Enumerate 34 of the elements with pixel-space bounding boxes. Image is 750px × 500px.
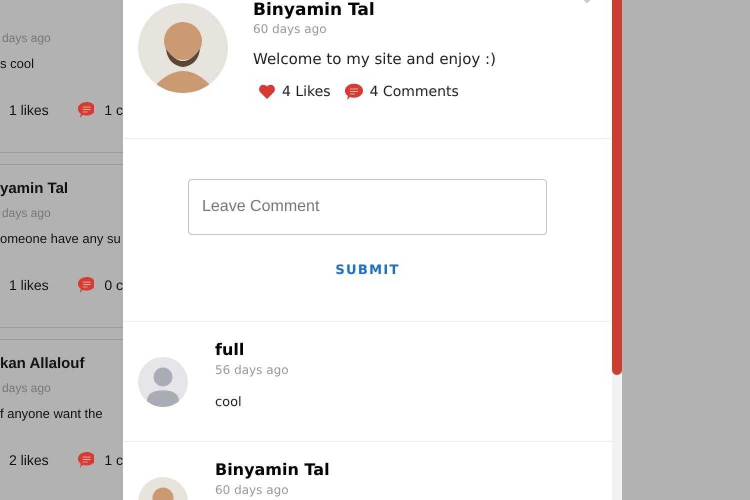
author-name: kan Allalouf bbox=[0, 354, 86, 374]
comment-time: 56 days ago bbox=[215, 362, 289, 378]
likes-count: 2 likes bbox=[9, 452, 50, 468]
author-name: Binyamin Tal bbox=[215, 460, 330, 480]
avatar bbox=[138, 357, 188, 407]
likes-count[interactable]: 4 Likes bbox=[282, 84, 331, 100]
comments-count: 0 c bbox=[104, 277, 123, 293]
post-text: Welcome to my site and enjoy :) bbox=[253, 49, 496, 69]
post-time: days ago bbox=[2, 30, 52, 47]
post-time: 60 days ago bbox=[253, 21, 328, 37]
author-name: Binyamin Tal bbox=[253, 0, 376, 20]
author-name: yamin Tal bbox=[0, 179, 70, 199]
comment-icon bbox=[76, 451, 94, 469]
comment-icon bbox=[76, 276, 94, 294]
likes-count: 1 likes bbox=[9, 102, 50, 118]
comment-icon bbox=[76, 101, 94, 119]
comment-icon bbox=[344, 83, 364, 101]
post-text: s cool bbox=[0, 55, 35, 73]
comments-count: 1 c bbox=[104, 452, 123, 468]
post-time: days ago bbox=[2, 380, 52, 397]
post-text: omeone have any su bbox=[0, 230, 122, 248]
author-name: full bbox=[215, 340, 246, 360]
heart-icon bbox=[258, 83, 276, 101]
comment-field[interactable]: Leave Comment bbox=[188, 179, 547, 235]
scrollbar-thumb[interactable] bbox=[612, 0, 622, 375]
scrollbar[interactable] bbox=[612, 0, 622, 500]
comments-count: 1 c bbox=[104, 102, 123, 118]
comments-count[interactable]: 4 Comments bbox=[370, 84, 459, 100]
comment-time: 60 days ago bbox=[215, 482, 290, 498]
comment-text: cool bbox=[215, 395, 243, 410]
post-time: days ago bbox=[2, 205, 52, 222]
submit-button[interactable]: SUBMIT bbox=[327, 259, 408, 282]
post-text: f anyone want the bbox=[0, 405, 104, 423]
likes-count: 1 likes bbox=[9, 277, 50, 293]
